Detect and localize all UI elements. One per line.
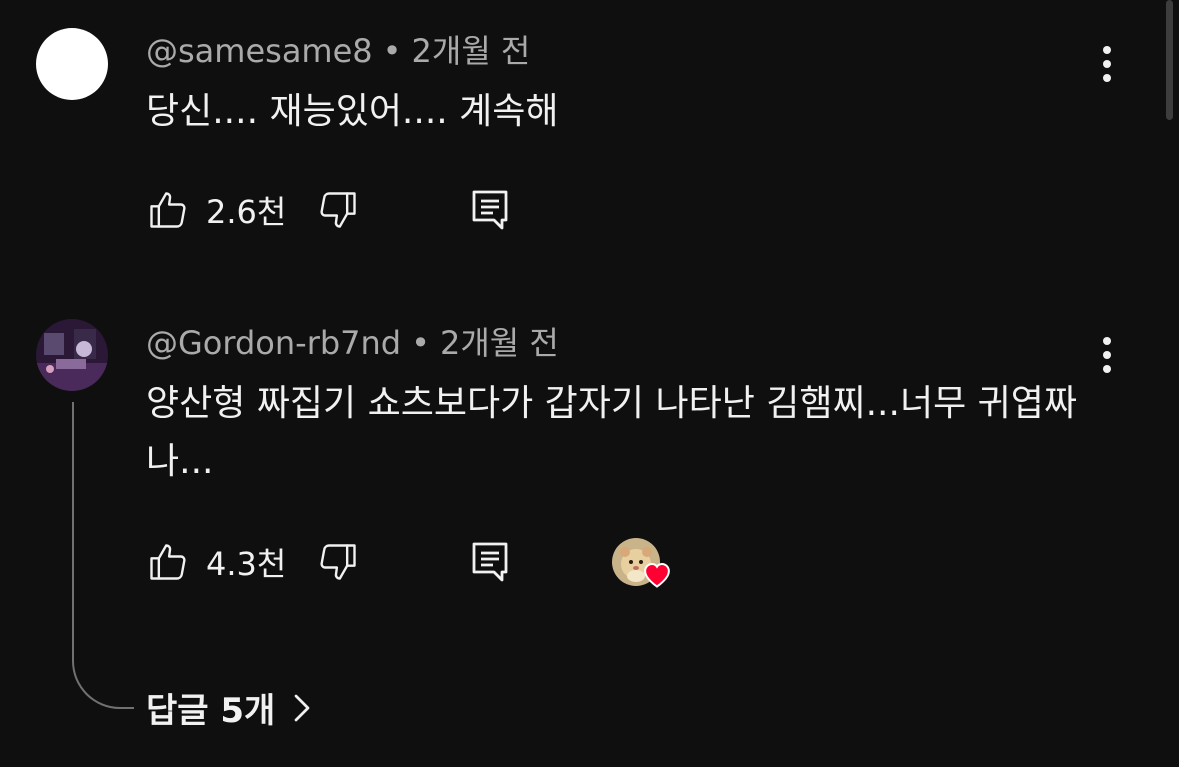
chevron-right-icon — [293, 693, 311, 723]
comment-actions: 2.6천 — [146, 186, 510, 234]
thread-line — [72, 402, 134, 709]
comment-text: 양산형 짜집기 쇼츠보다가 갑자기 나타난 김햄찌...너무 귀엽짜나... — [146, 383, 1077, 482]
reply-comment-icon — [472, 190, 508, 230]
thumbs-down-icon — [320, 192, 357, 228]
dislike-button[interactable] — [316, 540, 360, 584]
reply-comment-icon — [472, 542, 508, 582]
more-options-button[interactable] — [1091, 335, 1123, 375]
avatar-photo — [36, 319, 108, 391]
reply-button[interactable] — [470, 540, 510, 584]
thumbs-down-icon — [320, 544, 357, 580]
reply-button[interactable] — [470, 188, 510, 232]
comment-meta: @samesame8 • 2개월 전 — [146, 31, 530, 71]
more-vertical-icon — [1103, 337, 1111, 373]
more-vertical-icon — [1103, 46, 1111, 82]
view-replies-button[interactable]: 답글 5개 — [146, 683, 311, 732]
like-button[interactable] — [146, 188, 190, 232]
avatar[interactable] — [36, 28, 108, 100]
comment-text: 당신.... 재능있어.... 계속해 — [146, 91, 559, 132]
dislike-button[interactable] — [316, 188, 360, 232]
comment-author[interactable]: @Gordon-rb7nd — [146, 324, 401, 362]
separator-dot: • — [382, 32, 402, 70]
comment-time[interactable]: 2개월 전 — [440, 324, 559, 362]
replies-label: 답글 5개 — [146, 691, 276, 731]
comment: @samesame8 • 2개월 전 당신.... 재능있어.... 계속해 2.6… — [0, 0, 1179, 290]
more-options-button[interactable] — [1091, 44, 1123, 84]
like-count: 4.3천 — [206, 545, 287, 583]
comment-meta: @Gordon-rb7nd • 2개월 전 — [146, 323, 559, 363]
comment-time[interactable]: 2개월 전 — [412, 32, 531, 70]
like-button[interactable] — [146, 540, 190, 584]
avatar[interactable] — [36, 319, 108, 391]
separator-dot: • — [411, 324, 430, 362]
heart-icon — [644, 562, 670, 588]
comment-actions: 4.3천 — [146, 538, 510, 586]
thumbs-up-icon — [150, 192, 186, 228]
thumbs-up-icon — [150, 544, 186, 580]
comment-author[interactable]: @samesame8 — [146, 32, 373, 70]
like-count: 2.6천 — [206, 193, 287, 231]
comment: @Gordon-rb7nd • 2개월 전 양산형 짜집기 쇼츠보다가 갑자기 나타… — [0, 290, 1179, 767]
creator-heart-badge — [612, 538, 676, 594]
